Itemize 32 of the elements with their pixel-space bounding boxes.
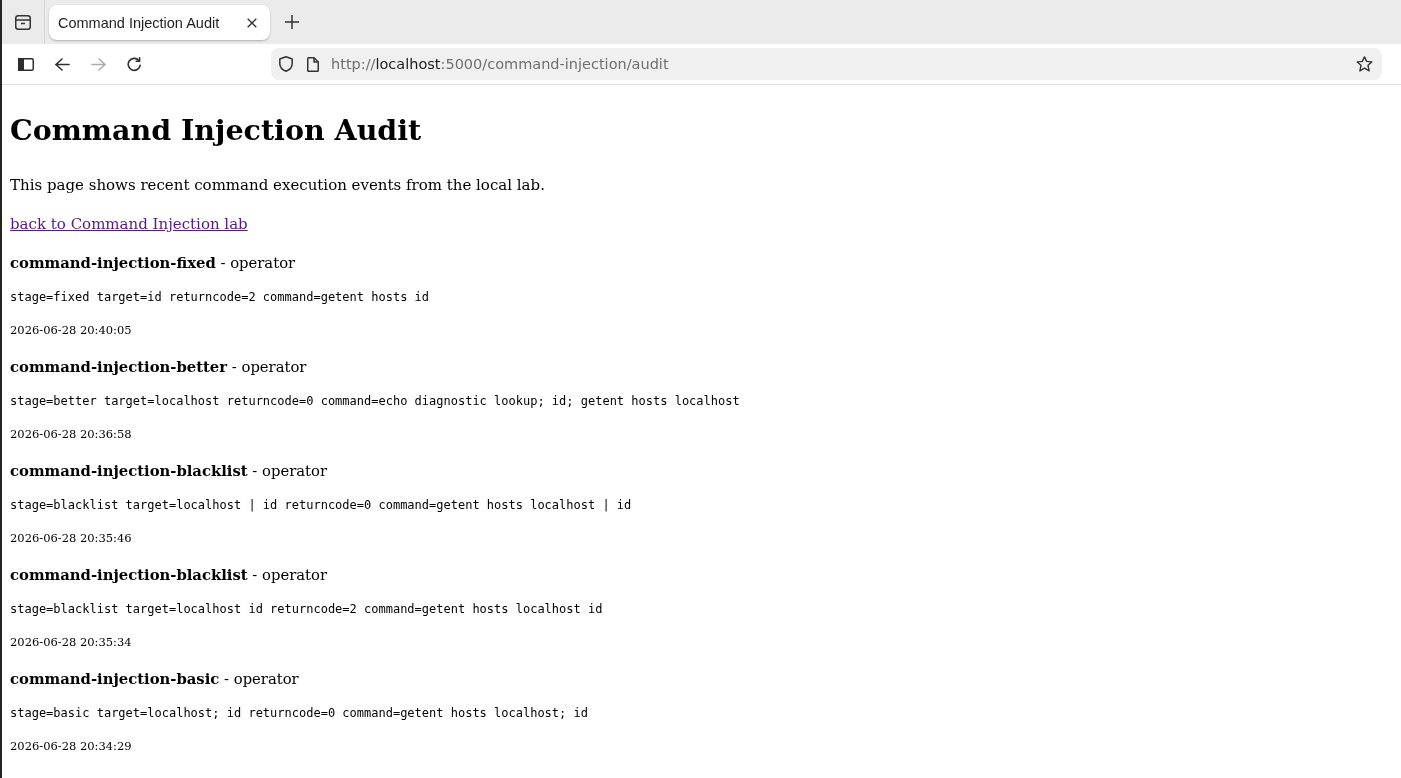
event-details: stage=blacklist target=localhost id returncode=2 command=getent hosts localhost id <box>10 601 603 617</box>
plus-icon <box>285 15 299 29</box>
page-icon <box>307 56 319 72</box>
event-time: 2026-06-28 20:34:29 <box>10 738 132 754</box>
page-title: Command Injection Audit <box>10 112 422 149</box>
event-time: 2026-06-28 20:40:05 <box>10 322 132 338</box>
event-heading: command-injection-better - operator <box>10 357 307 377</box>
event-details: stage=better target=localhost returncode=0 command=echo diagnostic lookup; id; getent hosts localhost <box>10 393 740 409</box>
event-time: 2026-06-28 20:35:46 <box>10 530 132 546</box>
event-details: stage=fixed target=id returncode=2 command=getent hosts id <box>10 289 430 305</box>
event-time: 2026-06-28 20:36:58 <box>10 426 132 442</box>
shield-icon <box>279 56 293 72</box>
browser-tab[interactable]: Command Injection Audit <box>49 5 270 40</box>
event-heading: command-injection-basic - operator <box>10 669 299 689</box>
event-heading: command-injection-blacklist - operator <box>10 461 327 481</box>
arrow-right-icon <box>90 57 106 71</box>
back-link[interactable]: back to Command Injection lab <box>10 214 248 234</box>
intro-text: This page shows recent command execution events from the local lab. <box>10 175 545 195</box>
address-bar[interactable]: http://localhost:5000/command-injection/audit <box>271 48 1382 80</box>
event-details: stage=basic target=localhost; id returncode=0 command=getent hosts localhost; id <box>10 705 588 721</box>
event-heading: command-injection-blacklist - operator <box>10 565 327 585</box>
event-heading: command-injection-fixed - operator <box>10 253 296 273</box>
arrow-left-icon <box>54 57 70 71</box>
event-time: 2026-06-28 20:35:34 <box>10 634 132 650</box>
sidebar-icon <box>18 57 34 71</box>
event-details: stage=blacklist target=localhost | id returncode=0 command=getent hosts localhost | id <box>10 497 632 513</box>
star-icon[interactable] <box>1356 56 1373 72</box>
close-icon <box>247 17 257 28</box>
url-text: http://localhost:5000/command-injection/audit <box>331 56 670 72</box>
reload-icon <box>126 56 142 72</box>
new-tab-button[interactable] <box>282 12 302 32</box>
tab-list-icon <box>15 14 31 30</box>
